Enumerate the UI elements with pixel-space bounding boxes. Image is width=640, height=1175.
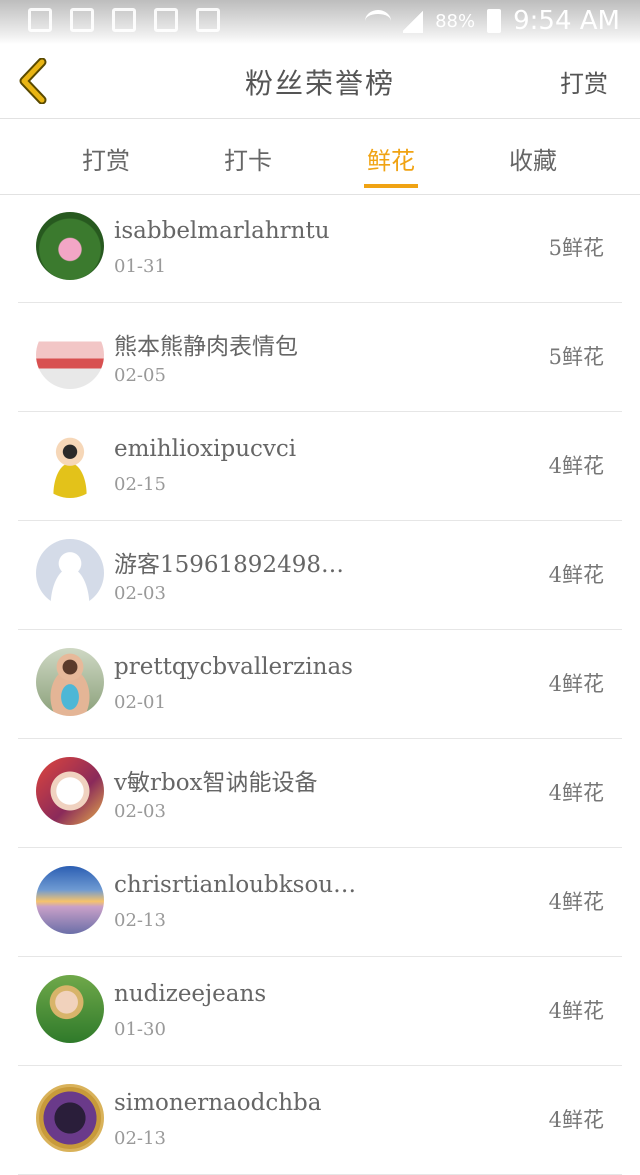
date: 02-05 <box>114 365 166 386</box>
user-name: chrisrtianloubksou… <box>114 872 357 898</box>
date: 02-13 <box>114 1128 166 1149</box>
list-item[interactable]: chrisrtianloubksou… 02-13 4鲜花 <box>18 848 622 957</box>
shield-icon <box>70 8 94 32</box>
flower-count: 4鲜花 <box>548 454 604 478</box>
clock: 9:54 AM <box>513 6 620 36</box>
user-name: isabbelmarlahrntu <box>114 218 330 244</box>
date: 02-15 <box>114 474 166 495</box>
date: 01-30 <box>114 1019 166 1040</box>
avatar <box>36 648 104 716</box>
flower-count: 4鲜花 <box>548 890 604 914</box>
user-name: v敏rbox智讷能设备 <box>114 770 318 796</box>
list-item[interactable]: emihlioxipucvci 02-15 4鲜花 <box>18 412 622 521</box>
flower-count: 4鲜花 <box>548 563 604 587</box>
list-item[interactable]: 游客15961892498… 02-03 4鲜花 <box>18 521 622 630</box>
signal-icon <box>403 9 424 33</box>
avatar <box>36 321 104 389</box>
list-icon <box>196 8 220 32</box>
user-name: 熊本熊静肉表情包 <box>114 334 298 360</box>
tab-checkin[interactable]: 打卡 <box>208 141 288 176</box>
date: 02-03 <box>114 583 166 604</box>
avatar <box>36 1084 104 1152</box>
nav-bar: 粉丝荣誉榜 打赏 <box>0 44 640 119</box>
battery-icon <box>487 9 502 33</box>
avatar <box>36 975 104 1043</box>
notification-icons <box>28 8 220 32</box>
image-icon <box>154 8 178 32</box>
avatar <box>36 757 104 825</box>
user-name: 游客15961892498… <box>114 552 344 578</box>
list-item[interactable]: 熊本熊静肉表情包 02-05 5鲜花 <box>18 303 622 412</box>
page-title: 粉丝荣誉榜 <box>244 67 395 100</box>
tab-bar: 打赏 打卡 鲜花 收藏 <box>0 119 640 195</box>
date: 02-13 <box>114 910 166 931</box>
user-name: nudizeejeans <box>114 981 267 1007</box>
flower-count: 5鲜花 <box>548 345 604 369</box>
date: 01-31 <box>114 256 166 277</box>
flower-count: 4鲜花 <box>548 672 604 696</box>
user-name: prettqycbvallerzinas <box>114 654 353 680</box>
tab-flowers[interactable]: 鲜花 <box>351 141 431 176</box>
fan-list: isabbelmarlahrntu 01-31 5鲜花 熊本熊静肉表情包 02-… <box>0 194 640 1175</box>
avatar <box>36 866 104 934</box>
battery-percent: 88% <box>435 10 476 32</box>
list-item[interactable]: prettqycbvallerzinas 02-01 4鲜花 <box>18 630 622 739</box>
date: 02-01 <box>114 692 166 713</box>
notification-icon <box>28 8 52 32</box>
reward-button[interactable]: 打赏 <box>560 64 608 99</box>
list-item[interactable]: isabbelmarlahrntu 01-31 5鲜花 <box>18 194 622 303</box>
document-icon <box>112 8 136 32</box>
wifi-icon <box>365 10 392 32</box>
avatar <box>36 212 104 280</box>
list-item[interactable]: v敏rbox智讷能设备 02-03 4鲜花 <box>18 739 622 848</box>
avatar <box>36 430 104 498</box>
flower-count: 4鲜花 <box>548 1108 604 1132</box>
active-tab-indicator <box>364 184 418 188</box>
flower-count: 4鲜花 <box>548 999 604 1023</box>
user-name: simonernaodchba <box>114 1090 322 1116</box>
user-name: emihlioxipucvci <box>114 436 297 462</box>
tab-reward[interactable]: 打赏 <box>66 141 146 176</box>
status-bar: 88% 9:54 AM <box>0 0 640 44</box>
flower-count: 5鲜花 <box>548 236 604 260</box>
status-right: 88% 9:54 AM <box>365 6 620 36</box>
avatar <box>36 539 104 607</box>
list-item[interactable]: nudizeejeans 01-30 4鲜花 <box>18 957 622 1066</box>
list-item[interactable]: simonernaodchba 02-13 4鲜花 <box>18 1066 622 1175</box>
tab-favorites[interactable]: 收藏 <box>493 141 573 176</box>
date: 02-03 <box>114 801 166 822</box>
flower-count: 4鲜花 <box>548 781 604 805</box>
